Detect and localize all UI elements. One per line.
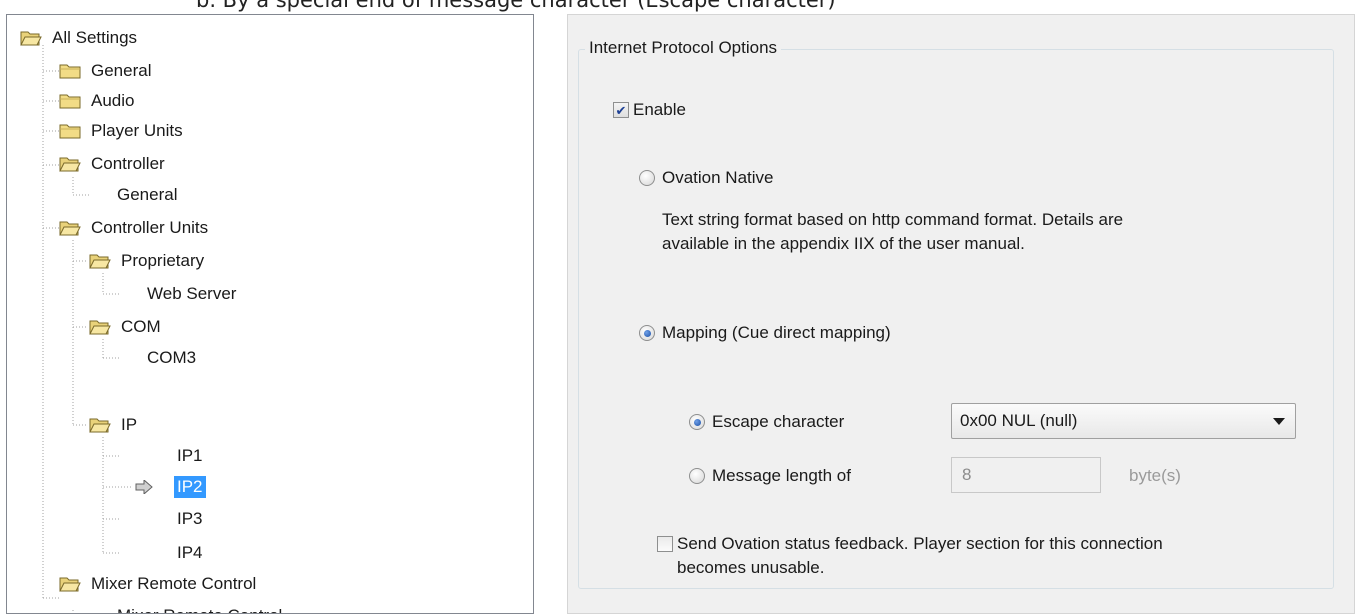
tree-item-label: IP2 bbox=[174, 476, 206, 498]
tree-item-label: General bbox=[91, 61, 152, 80]
tree-item-general[interactable]: General bbox=[59, 56, 154, 86]
checkmark-icon: ✔ bbox=[613, 102, 629, 118]
radio-icon bbox=[639, 170, 655, 186]
tree-item-label: Mixer Remote Control bbox=[114, 605, 285, 613]
folder-open-icon bbox=[59, 577, 81, 592]
checkbox-icon bbox=[657, 536, 673, 552]
message-length-value: 8 bbox=[962, 465, 972, 484]
settings-tree[interactable]: All Settings General Audio Player Units … bbox=[6, 14, 534, 614]
tree-item-all-settings[interactable]: All Settings bbox=[20, 23, 140, 53]
send-feedback-label: Send Ovation status feedback. Player sec… bbox=[677, 532, 1163, 580]
tree-item-ip1[interactable]: IP1 bbox=[174, 441, 206, 471]
mapping-radio[interactable]: Mapping (Cue direct mapping) bbox=[639, 323, 891, 343]
escape-character-dropdown[interactable]: 0x00 NUL (null) bbox=[951, 403, 1296, 439]
tree-item-label: General bbox=[117, 185, 178, 204]
folder-open-icon bbox=[89, 418, 111, 433]
tree-item-mixer-remote-control[interactable]: Mixer Remote Control bbox=[59, 569, 259, 599]
document-heading: b. By a special end of message character… bbox=[196, 0, 836, 12]
tree-item-label: Proprietary bbox=[121, 251, 205, 270]
dropdown-arrow-icon bbox=[1273, 418, 1285, 425]
folder-icon bbox=[59, 124, 81, 139]
tree-item-ip4[interactable]: IP4 bbox=[174, 538, 206, 568]
tree-item-controller[interactable]: Controller bbox=[59, 149, 168, 179]
folder-open-icon bbox=[20, 31, 42, 46]
folder-icon bbox=[59, 94, 81, 109]
radio-selected-icon bbox=[639, 325, 655, 341]
tree-item-label: All Settings bbox=[52, 28, 138, 47]
tree-item-audio[interactable]: Audio bbox=[59, 86, 137, 116]
radio-selected-icon bbox=[689, 414, 705, 430]
tree-item-label: IP4 bbox=[177, 543, 203, 562]
tree-item-label: IP1 bbox=[177, 446, 203, 465]
message-length-input[interactable]: 8 bbox=[951, 457, 1101, 493]
tree-item-label: Controller Units bbox=[91, 218, 209, 237]
tree-item-com[interactable]: COM bbox=[89, 312, 164, 342]
send-feedback-line: becomes unusable. bbox=[677, 558, 825, 577]
tree-item-label: Mixer Remote Control bbox=[91, 574, 257, 593]
internet-protocol-options-group: Internet Protocol Options ✔ Enable Ovati… bbox=[578, 38, 1334, 589]
tree-item-proprietary[interactable]: Proprietary bbox=[89, 246, 207, 276]
tree-item-label: COM bbox=[121, 317, 161, 336]
tree-item-player-units[interactable]: Player Units bbox=[59, 116, 186, 146]
folder-open-icon bbox=[89, 254, 111, 269]
arrow-right-icon bbox=[135, 480, 153, 494]
tree-item-label: IP bbox=[121, 415, 138, 434]
folder-open-icon bbox=[59, 157, 81, 172]
enable-checkbox[interactable]: ✔ Enable bbox=[613, 100, 686, 120]
escape-character-value: 0x00 NUL (null) bbox=[960, 411, 1078, 430]
message-length-label: Message length of bbox=[712, 466, 851, 485]
send-feedback-line: Send Ovation status feedback. Player sec… bbox=[677, 534, 1163, 553]
tree-item-label: Web Server bbox=[147, 284, 237, 303]
settings-panel: Internet Protocol Options ✔ Enable Ovati… bbox=[567, 14, 1355, 614]
tree-item-com3[interactable]: COM3 bbox=[144, 343, 199, 373]
tree-item-ip[interactable]: IP bbox=[89, 410, 140, 440]
radio-icon bbox=[689, 468, 705, 484]
send-feedback-checkbox[interactable]: Send Ovation status feedback. Player sec… bbox=[657, 532, 1163, 580]
tree-item-web-server[interactable]: Web Server bbox=[144, 279, 239, 309]
escape-character-label: Escape character bbox=[712, 412, 845, 431]
tree-item-ip3[interactable]: IP3 bbox=[174, 504, 206, 534]
group-title: Internet Protocol Options bbox=[585, 38, 782, 58]
escape-character-radio[interactable]: Escape character bbox=[689, 412, 844, 432]
folder-icon bbox=[59, 64, 81, 79]
message-length-unit: byte(s) bbox=[1129, 466, 1181, 485]
tree-item-label: Controller bbox=[91, 154, 165, 173]
tree-item-label: IP3 bbox=[177, 509, 203, 528]
description-line: Text string format based on http command… bbox=[662, 210, 1124, 229]
tree-item-mixer-remote-control-child[interactable]: Mixer Remote Control bbox=[114, 601, 285, 613]
mapping-label: Mapping (Cue direct mapping) bbox=[662, 323, 891, 342]
ovation-native-description: Text string format based on http command… bbox=[662, 208, 1123, 256]
tree-item-label: COM3 bbox=[147, 348, 197, 367]
tree-item-ip2[interactable]: IP2 bbox=[174, 472, 206, 502]
ovation-native-radio[interactable]: Ovation Native bbox=[639, 168, 774, 188]
folder-open-icon bbox=[59, 221, 81, 236]
enable-label: Enable bbox=[633, 100, 686, 119]
description-line: available in the appendix IIX of the use… bbox=[662, 234, 1025, 253]
tree-item-controller-units[interactable]: Controller Units bbox=[59, 213, 211, 243]
ovation-native-label: Ovation Native bbox=[662, 168, 774, 187]
tree-item-controller-general[interactable]: General bbox=[114, 180, 180, 210]
tree-item-label: Player Units bbox=[91, 121, 183, 140]
tree-item-label: Audio bbox=[91, 91, 135, 110]
folder-open-icon bbox=[89, 320, 111, 335]
message-length-radio[interactable]: Message length of bbox=[689, 466, 851, 486]
